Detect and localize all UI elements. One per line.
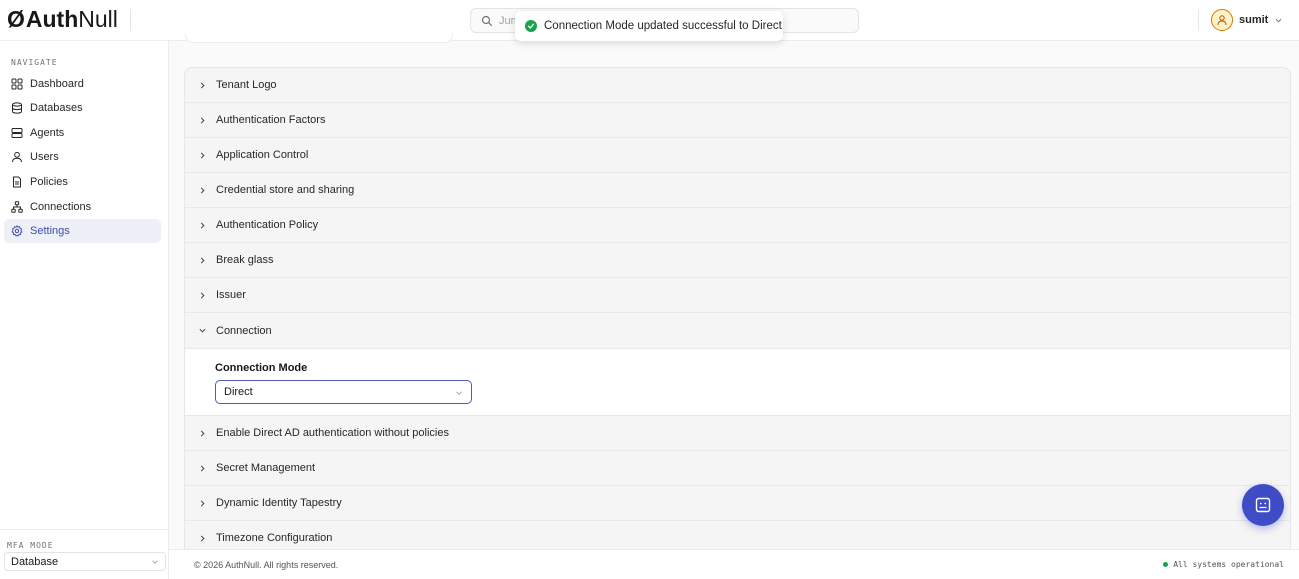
accordion-label: Connection <box>216 324 272 337</box>
chevron-right-icon <box>200 499 205 507</box>
connection-panel: Connection Mode Direct <box>185 349 1290 416</box>
logo-text-light: Null <box>78 6 118 32</box>
accordion-label: Break glass <box>216 254 274 266</box>
accordion-label: Timezone Configuration <box>216 532 333 544</box>
header-divider <box>130 9 131 31</box>
assistant-button[interactable] <box>1242 484 1284 526</box>
accordion-label: Tenant Logo <box>216 79 277 91</box>
chevron-down-icon <box>199 328 206 333</box>
chevron-right-icon <box>200 534 205 542</box>
user-menu[interactable]: sumit <box>1211 9 1283 31</box>
sidebar-item-label: Policies <box>30 176 68 188</box>
connection-mode-value: Direct <box>224 386 253 398</box>
chevron-down-icon <box>456 391 462 395</box>
header-divider <box>1198 9 1199 31</box>
accordion-label: Issuer <box>216 289 246 301</box>
file-icon <box>13 176 21 188</box>
chevron-right-icon <box>200 464 205 472</box>
chevron-right-icon <box>200 116 205 124</box>
card-fragment <box>185 33 453 43</box>
footer: © 2026 AuthNull. All rights reserved. Al… <box>169 549 1299 579</box>
user-name: sumit <box>1239 14 1269 26</box>
chevron-right-icon <box>200 186 205 194</box>
mfa-mode-value: Database <box>11 555 59 568</box>
check-circle-icon <box>525 20 537 32</box>
sidebar: NAVIGATE Dashboard Databases Agents User… <box>0 41 169 579</box>
search-icon <box>481 15 493 26</box>
accordion-label: Secret Management <box>216 462 316 474</box>
network-icon <box>11 201 23 213</box>
sidebar-item-label: Users <box>30 151 59 163</box>
toast-message: Connection Mode updated successful to Di… <box>544 20 782 32</box>
chevron-right-icon <box>200 256 205 264</box>
accordion-direct-ad-auth[interactable]: Enable Direct AD authentication without … <box>185 416 1290 451</box>
system-status: All systems operational <box>1163 560 1284 569</box>
sidebar-item-settings[interactable]: Settings <box>4 219 161 243</box>
sidebar-item-label: Dashboard <box>30 78 84 90</box>
logo-text-bold: Auth <box>25 6 79 32</box>
grid-icon <box>11 78 23 90</box>
accordion-label: Authentication Factors <box>216 114 326 126</box>
settings-accordion: Tenant Logo Authentication Factors Appli… <box>184 67 1291 549</box>
accordion-dynamic-identity-tapestry[interactable]: Dynamic Identity Tapestry <box>185 486 1290 521</box>
logo[interactable]: Ø Auth Null <box>7 6 118 33</box>
accordion-tenant-logo[interactable]: Tenant Logo <box>185 68 1290 103</box>
accordion-credential-store[interactable]: Credential store and sharing <box>185 173 1290 208</box>
mfa-mode-label: MFA MODE <box>7 541 54 550</box>
sidebar-item-dashboard[interactable]: Dashboard <box>4 72 161 96</box>
accordion-issuer[interactable]: Issuer <box>185 278 1290 313</box>
success-toast: Connection Mode updated successful to Di… <box>515 11 783 41</box>
accordion-connection[interactable]: Connection <box>185 313 1290 349</box>
accordion-authentication-policy[interactable]: Authentication Policy <box>185 208 1290 243</box>
mfa-mode-select[interactable]: Database <box>4 552 166 571</box>
server-icon <box>11 128 23 138</box>
connection-mode-select[interactable]: Direct <box>215 380 472 404</box>
user-icon <box>1217 15 1227 26</box>
status-dot-icon <box>1163 562 1169 567</box>
sidebar-item-label: Settings <box>30 225 70 237</box>
sidebar-item-label: Databases <box>30 102 83 114</box>
logo-symbol: Ø <box>7 6 25 32</box>
user-icon <box>12 151 22 163</box>
chevron-down-icon <box>1275 18 1282 23</box>
chevron-right-icon <box>200 221 205 229</box>
bot-icon <box>1255 497 1271 513</box>
divider <box>0 529 169 530</box>
sidebar-item-agents[interactable]: Agents <box>4 121 161 145</box>
chevron-right-icon <box>200 151 205 159</box>
gear-icon <box>11 225 23 237</box>
sidebar-item-databases[interactable]: Databases <box>4 96 161 120</box>
accordion-secret-management[interactable]: Secret Management <box>185 451 1290 486</box>
chevron-right-icon <box>200 81 205 89</box>
app: Ø Auth Null Jum Connection Mode updated su… <box>0 0 1299 579</box>
chevron-right-icon <box>200 429 205 437</box>
accordion-label: Application Control <box>216 149 309 161</box>
accordion-label: Credential store and sharing <box>216 184 355 196</box>
sidebar-item-connections[interactable]: Connections <box>4 195 161 219</box>
sidebar-item-users[interactable]: Users <box>4 145 161 169</box>
accordion-application-control[interactable]: Application Control <box>185 138 1290 173</box>
sidebar-item-policies[interactable]: Policies <box>4 170 161 194</box>
accordion-authentication-factors[interactable]: Authentication Factors <box>185 103 1290 138</box>
avatar <box>1211 9 1233 31</box>
database-icon <box>12 102 22 114</box>
chevron-right-icon <box>200 291 205 299</box>
sidebar-item-label: Agents <box>30 127 65 139</box>
connection-mode-label: Connection Mode <box>215 362 308 374</box>
copyright-text: © 2026 AuthNull. All rights reserved. <box>194 560 339 570</box>
status-text: All systems operational <box>1173 560 1284 569</box>
chevron-down-icon <box>152 560 158 564</box>
accordion-timezone-configuration[interactable]: Timezone Configuration <box>185 521 1290 549</box>
sidebar-item-label: Connections <box>30 201 92 213</box>
accordion-label: Authentication Policy <box>216 219 319 231</box>
accordion-label: Dynamic Identity Tapestry <box>216 497 342 509</box>
accordion-break-glass[interactable]: Break glass <box>185 243 1290 278</box>
accordion-label: Enable Direct AD authentication without … <box>216 427 449 439</box>
nav-heading: NAVIGATE <box>11 58 58 67</box>
